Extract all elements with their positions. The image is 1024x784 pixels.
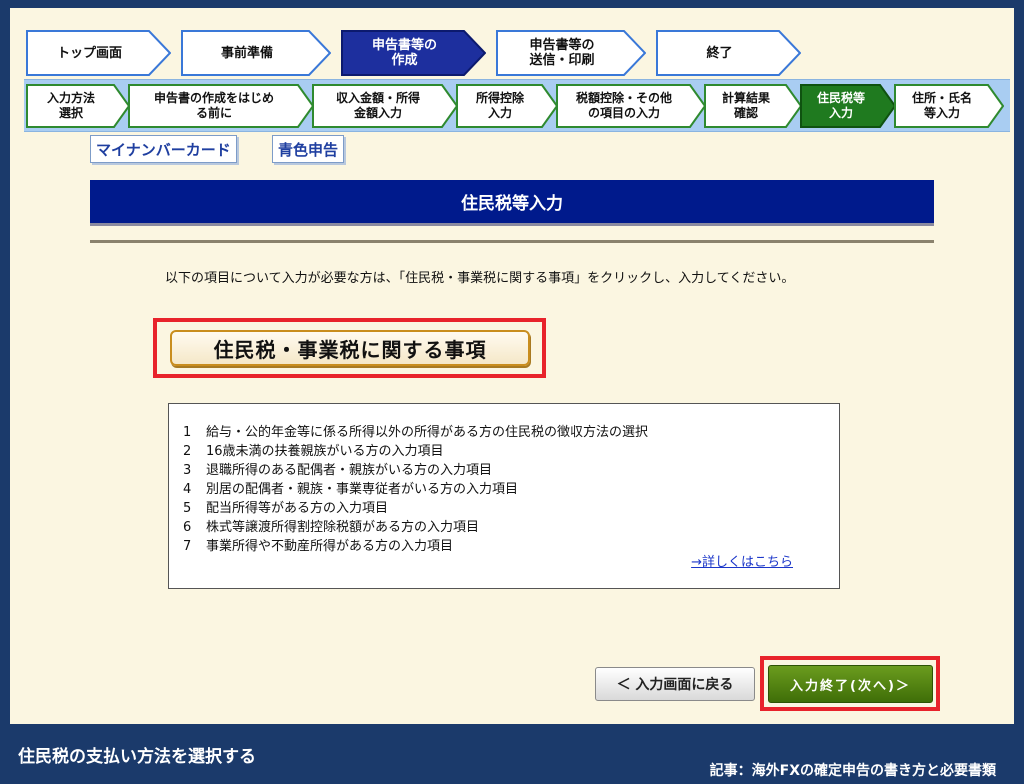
instruction-text: 以下の項目について入力が必要な方は、「住民税・事業税に関する事項」をクリックし、… (165, 271, 795, 286)
list-item-number: 5 (183, 501, 192, 516)
list-item-text: 事業所得や不動産所得がある方の入力項目 (206, 539, 454, 554)
sub-step-8: 住所・氏名 等入力 (894, 84, 1004, 128)
blue-return-tab[interactable]: 青色申告 (272, 135, 345, 163)
list-item-number: 2 (183, 444, 192, 459)
list-item: 7 事業所得や不動産所得がある方の入力項目 (183, 537, 648, 556)
next-button[interactable]: 入力終了(次へ)＞ (768, 665, 933, 703)
list-item-text: 退職所得のある配偶者・親族がいる方の入力項目 (206, 463, 493, 478)
sub-step-1: 入力方法 選択 (26, 84, 130, 128)
list-item-number: 7 (183, 539, 192, 554)
list-item: 4 別居の配偶者・親族・事業専従者がいる方の入力項目 (183, 480, 648, 499)
list-item: 1 給与・公的年金等に係る所得以外の所得がある方の住民税の徴収方法の選択 (183, 423, 648, 442)
sub-step-label: 入力方法 選択 (46, 91, 95, 120)
list-item-text: 株式等譲渡所得割控除税額がある方の入力項目 (206, 520, 480, 535)
list-item-number: 3 (183, 463, 192, 478)
progress-step-label: 申告書等の 作成 (371, 38, 437, 68)
list-item-number: 4 (183, 482, 192, 497)
sub-step-7: 住民税等 入力 (800, 84, 896, 128)
progress-step-1: トップ画面 (26, 30, 171, 76)
sub-step-3: 収入金額・所得 金額入力 (312, 84, 458, 128)
progress-step-label: 申告書等の 送信・印刷 (529, 38, 595, 68)
details-link[interactable]: →詳しくはこちら (691, 551, 793, 570)
sub-step-4: 所得控除 入力 (456, 84, 558, 128)
list-item: 2 16歳未満の扶養親族がいる方の入力項目 (183, 442, 648, 461)
sub-progress-steps: 入力方法 選択 申告書の作成をはじめ る前に 収入金額・所得 金額入力 所得控除 入力 税額控除… (24, 79, 1010, 132)
sub-step-label: 住民税等 入力 (816, 91, 865, 120)
sub-step-label: 住所・氏名 等入力 (911, 91, 972, 120)
list-item: 3 退職所得のある配偶者・親族がいる方の入力項目 (183, 461, 648, 480)
progress-step-label: トップ画面 (56, 45, 122, 61)
sub-step-label: 税額控除・その他 の項目の入力 (575, 91, 672, 120)
footer-article: 記事：海外FXの確定申告の書き方と必要書類 (709, 763, 996, 779)
list-item-number: 6 (183, 520, 192, 535)
progress-step-4: 申告書等の 送信・印刷 (496, 30, 646, 76)
sub-step-5: 税額控除・その他 の項目の入力 (556, 84, 706, 128)
progress-step-2: 事前準備 (181, 30, 331, 76)
mynumber-card-tab[interactable]: マイナンバーカード (90, 135, 237, 163)
resident-tax-matters-button[interactable]: 住民税・事業税に関する事項 (170, 330, 530, 366)
list-item: 6 株式等譲渡所得割控除税額がある方の入力項目 (183, 518, 648, 537)
page-title: 住民税等入力 (90, 180, 934, 226)
progress-step-label: 事前準備 (220, 45, 273, 61)
sub-step-label: 所得控除 入力 (475, 91, 524, 120)
progress-steps: トップ画面 事前準備 申告書等の 作成 申告書等の 送信・印刷 終了 (26, 30, 826, 78)
sub-step-label: 計算結果 確認 (721, 91, 770, 120)
list-item: 5 配当所得等がある方の入力項目 (183, 499, 648, 518)
footer-caption: 住民税の支払い方法を選択する (18, 747, 256, 767)
sub-step-6: 計算結果 確認 (704, 84, 802, 128)
progress-step-label: 終了 (706, 45, 733, 61)
list-item-number: 1 (183, 425, 192, 440)
sub-step-label: 収入金額・所得 金額入力 (335, 91, 420, 120)
footer: 住民税の支払い方法を選択する 記事：海外FXの確定申告の書き方と必要書類 (0, 724, 1024, 784)
sub-step-2: 申告書の作成をはじめ る前に (128, 84, 314, 128)
progress-step-3: 申告書等の 作成 (341, 30, 486, 76)
divider (90, 240, 934, 243)
list-item-text: 給与・公的年金等に係る所得以外の所得がある方の住民税の徴収方法の選択 (206, 425, 649, 440)
list-item-text: 16歳未満の扶養親族がいる方の入力項目 (206, 444, 444, 459)
sub-step-label: 申告書の作成をはじめ る前に (153, 91, 274, 120)
back-button[interactable]: ＜ 入力画面に戻る (595, 667, 755, 701)
list-item-text: 配当所得等がある方の入力項目 (206, 501, 389, 516)
info-box: 1 給与・公的年金等に係る所得以外の所得がある方の住民税の徴収方法の選択 2 16歳未… (168, 403, 840, 589)
item-list: 1 給与・公的年金等に係る所得以外の所得がある方の住民税の徴収方法の選択 2 16歳未… (183, 423, 648, 556)
progress-step-5: 終了 (656, 30, 801, 76)
list-item-text: 別居の配偶者・親族・事業専従者がいる方の入力項目 (206, 482, 519, 497)
